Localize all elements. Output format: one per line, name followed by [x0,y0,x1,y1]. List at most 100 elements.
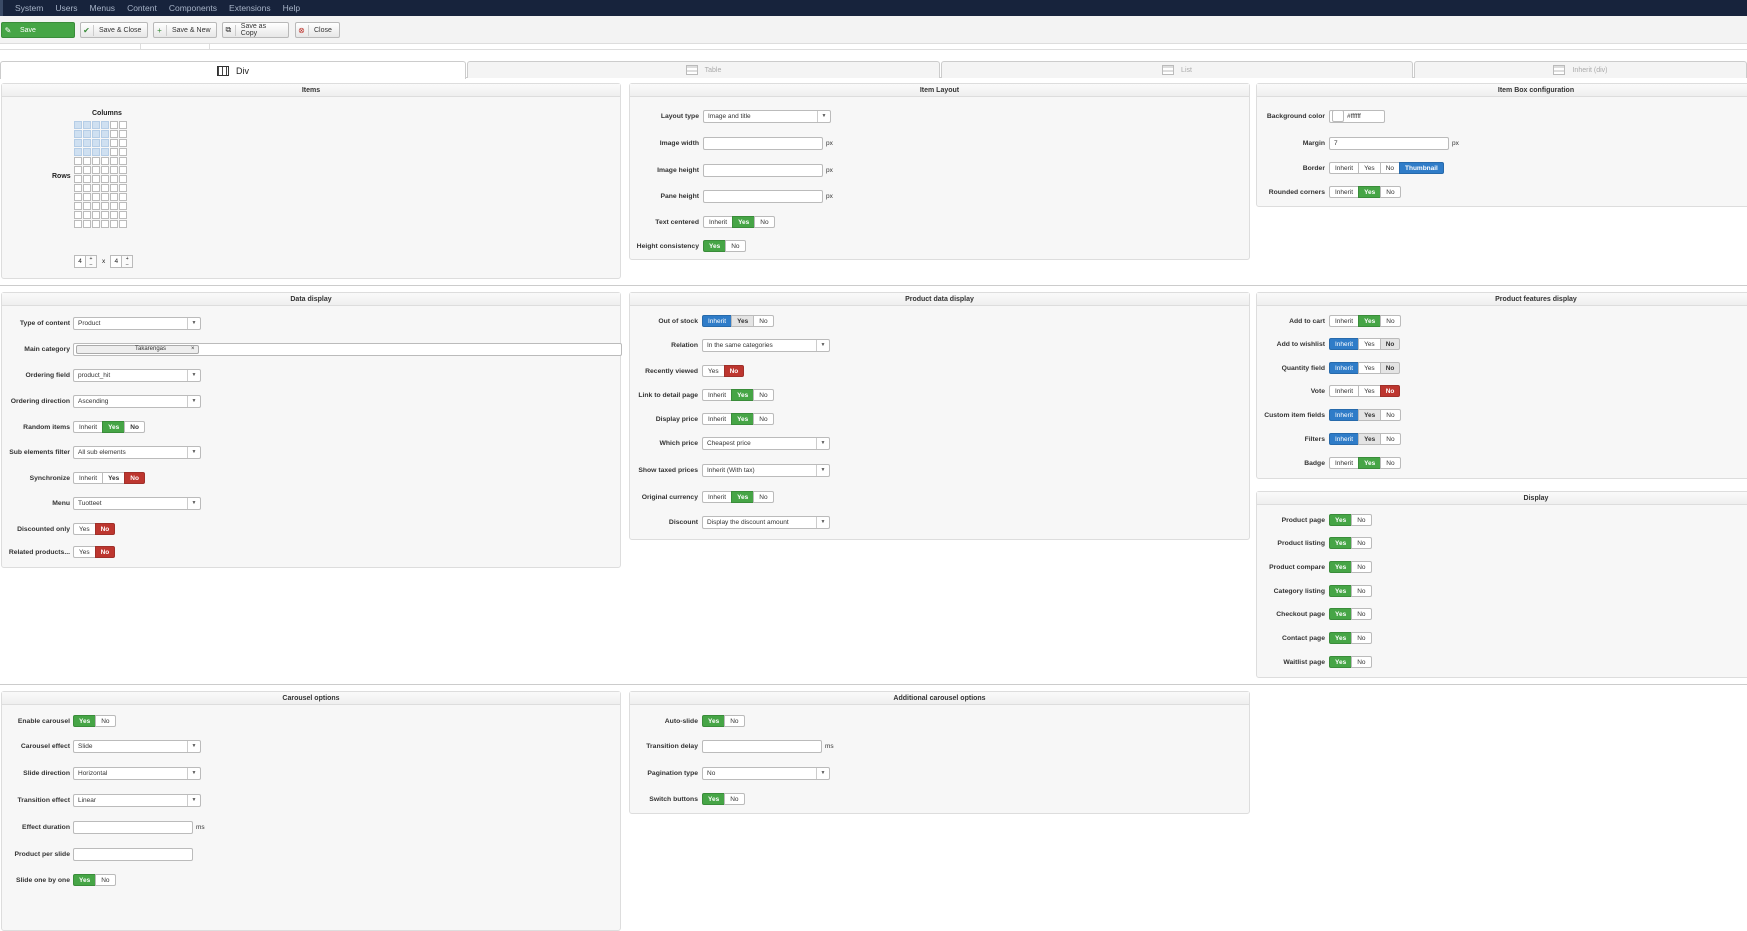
grid-cell[interactable] [101,148,109,156]
grid-cell[interactable] [119,202,127,210]
grid-cell[interactable] [101,211,109,219]
yes-option[interactable]: Yes [1358,162,1381,174]
yes-option[interactable]: Yes [702,715,726,727]
no-option[interactable]: No [1380,409,1401,421]
no-option[interactable]: No [1351,656,1372,668]
inherit-option[interactable]: Inherit [702,413,733,425]
grid-cell[interactable] [83,121,91,129]
yes-option[interactable]: Yes [102,421,126,433]
yes-option[interactable]: Yes [1358,385,1381,397]
grid-cell[interactable] [83,130,91,138]
duration-input[interactable] [73,820,193,834]
yes-option[interactable]: Yes [731,389,755,401]
grid-cell[interactable] [101,121,109,129]
menu-select[interactable]: Tuotteet ▼ [73,496,201,510]
slide-direction-select[interactable]: Horizontal ▼ [73,766,201,780]
no-option[interactable]: No [1351,537,1372,549]
grid-cell[interactable] [110,211,118,219]
save-close-button[interactable]: ✔ Save & Close [80,22,148,38]
grid-cell[interactable] [74,130,82,138]
taxed-select[interactable]: Inherit (With tax) ▼ [702,463,830,477]
save-button[interactable]: ✎ Save [1,22,75,38]
yes-option[interactable]: Yes [1329,537,1353,549]
no-option[interactable]: No [753,389,774,401]
grid-cell[interactable] [119,130,127,138]
grid-cell[interactable] [74,121,82,129]
grid-cell[interactable] [92,157,100,165]
cart-toggle[interactable]: Inherit Yes No [1329,315,1401,327]
sub-filter-select[interactable]: All sub elements ▼ [73,445,201,459]
grid-cell[interactable] [101,130,109,138]
no-option[interactable]: No [1379,385,1401,397]
no-option[interactable]: No [754,216,775,228]
discounted-toggle[interactable]: Yes No [73,523,116,535]
product-page-toggle[interactable]: Yes No [1329,514,1372,526]
menu-system[interactable]: System [15,3,43,13]
grid-cell[interactable] [101,157,109,165]
checkout-toggle[interactable]: Yes No [1329,608,1372,620]
qty-toggle[interactable]: Inherit Yes No [1329,362,1401,374]
yes-option[interactable]: Yes [1358,186,1382,198]
transition-select[interactable]: Linear ▼ [73,793,201,807]
grid-cell[interactable] [110,175,118,183]
yes-option[interactable]: Yes [1358,433,1382,445]
rows-input[interactable]: 4 [110,255,123,268]
grid-cell[interactable] [101,193,109,201]
no-option[interactable]: No [1380,457,1401,469]
cols-input[interactable]: 4 [74,255,86,268]
grid-cell[interactable] [101,166,109,174]
grid-cell[interactable] [83,193,91,201]
no-option[interactable]: No [1351,632,1372,644]
no-option[interactable]: No [95,874,116,886]
yes-option[interactable]: Yes [1358,315,1382,327]
discount-select[interactable]: Display the discount amount ▼ [702,515,830,529]
contact-toggle[interactable]: Yes No [1329,632,1372,644]
no-option[interactable]: No [753,491,774,503]
thumbnail-option[interactable]: Thumbnail [1399,162,1444,174]
inherit-option[interactable]: Inherit [1329,385,1360,397]
inherit-option[interactable]: Inherit [73,472,104,484]
yes-option[interactable]: Yes [1329,585,1353,597]
related-toggle[interactable]: Yes No [73,546,116,558]
inherit-option[interactable]: Inherit [702,389,733,401]
grid-cell[interactable] [110,166,118,174]
grid-cell[interactable] [92,121,100,129]
no-option[interactable]: No [1351,514,1372,526]
grid-cell[interactable] [83,166,91,174]
relation-select[interactable]: In the same categories ▼ [702,338,830,352]
grid-cell[interactable] [119,166,127,174]
sub-tab[interactable] [140,44,210,50]
no-option[interactable]: No [724,715,745,727]
no-option[interactable]: No [1380,433,1401,445]
grid-cell[interactable] [74,157,82,165]
grid-cell[interactable] [119,148,127,156]
grid-cell[interactable] [119,121,127,129]
no-option[interactable]: No [1379,362,1401,374]
type-select[interactable]: Product ▼ [73,316,201,330]
grid-cell[interactable] [83,202,91,210]
grid-cell[interactable] [119,175,127,183]
inherit-option[interactable]: Inherit [703,216,734,228]
pane-height-input[interactable] [703,189,823,203]
cols-stepper-buttons[interactable]: + – [86,255,97,268]
close-button[interactable]: ⊗ Close [295,22,340,38]
direction-select[interactable]: Ascending ▼ [73,394,201,408]
grid-cell[interactable] [101,220,109,228]
grid-cell[interactable] [110,193,118,201]
listing-toggle[interactable]: Yes No [1329,537,1372,549]
grid-cell[interactable] [74,202,82,210]
grid-cell[interactable] [83,211,91,219]
which-price-select[interactable]: Cheapest price ▼ [702,436,830,450]
yes-option[interactable]: Yes [1329,514,1353,526]
inherit-option[interactable]: Inherit [1329,315,1360,327]
enable-carousel-toggle[interactable]: Yes No [73,715,116,727]
border-toggle[interactable]: Inherit Yes No Thumbnail [1329,162,1444,174]
grid-cell[interactable] [83,157,91,165]
grid-cell[interactable] [110,130,118,138]
grid-cell[interactable] [119,139,127,147]
text-centered-toggle[interactable]: Inherit Yes No [703,216,775,228]
inherit-option[interactable]: Inherit [702,491,733,503]
carousel-effect-select[interactable]: Slide ▼ [73,739,201,753]
yes-option[interactable]: Yes [1329,608,1353,620]
grid-cell[interactable] [92,166,100,174]
